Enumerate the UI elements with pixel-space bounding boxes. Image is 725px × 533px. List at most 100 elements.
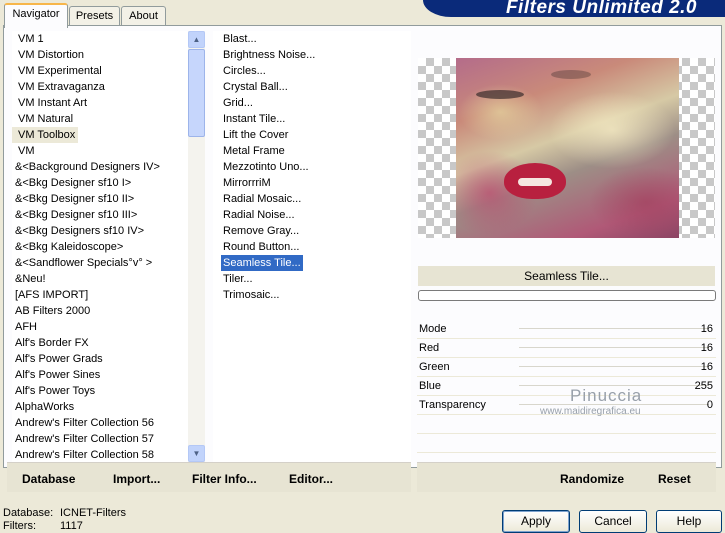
category-item[interactable]: &<Bkg Designer sf10 III>: [12, 207, 188, 223]
category-item[interactable]: VM Extravaganza: [12, 79, 188, 95]
filter-item[interactable]: Round Button...: [213, 239, 411, 255]
category-item[interactable]: VM Experimental: [12, 63, 188, 79]
reset-button[interactable]: Reset: [658, 472, 691, 486]
category-item[interactable]: &<Bkg Kaleidoscope>: [12, 239, 188, 255]
status-filters-value: 1117: [60, 520, 83, 532]
category-item[interactable]: Andrew's Filter Collection 56: [12, 415, 188, 431]
list-toolbar: Database Import... Filter Info... Editor…: [7, 462, 411, 492]
progress-bar: [418, 290, 716, 301]
scroll-down-icon[interactable]: ▼: [188, 445, 205, 462]
filter-item[interactable]: Radial Noise...: [213, 207, 411, 223]
param-value: 16: [700, 361, 713, 373]
filter-item[interactable]: Seamless Tile...: [221, 255, 303, 271]
cancel-button[interactable]: Cancel: [579, 510, 647, 533]
parameter-list: Mode 16 Red 16 Green 16 Blue 255 Transparency 0: [417, 320, 716, 472]
filter-item[interactable]: MirrorrriM: [213, 175, 411, 191]
category-item[interactable]: Alf's Power Toys: [12, 383, 188, 399]
status-filters-label: Filters:: [3, 520, 36, 532]
category-item[interactable]: AFH: [12, 319, 188, 335]
category-item[interactable]: AlphaWorks: [12, 399, 188, 415]
selected-filter-name: Seamless Tile...: [418, 266, 715, 286]
filter-item[interactable]: Circles...: [213, 63, 411, 79]
param-row-empty: [417, 415, 716, 434]
category-item[interactable]: &Neu!: [12, 271, 188, 287]
filter-item[interactable]: Blast...: [213, 31, 411, 47]
filter-item[interactable]: Brightness Noise...: [213, 47, 411, 63]
category-item[interactable]: Andrew's Filter Collection 58: [12, 447, 188, 462]
param-value: 255: [694, 380, 713, 392]
editor-button[interactable]: Editor...: [289, 472, 333, 486]
param-label: Blue: [419, 380, 442, 392]
tab-navigator[interactable]: Navigator: [4, 3, 68, 28]
app-banner: Filters Unlimited 2.0: [423, 0, 725, 17]
category-item[interactable]: Alf's Power Grads: [12, 351, 188, 367]
scroll-thumb[interactable]: [188, 49, 205, 137]
param-value: 0: [706, 399, 713, 411]
category-item[interactable]: Alf's Power Sines: [12, 367, 188, 383]
category-item[interactable]: &<Bkg Designer sf10 II>: [12, 191, 188, 207]
filter-item[interactable]: Metal Frame: [213, 143, 411, 159]
status-database: Database: ICNET-Filters: [3, 507, 126, 519]
param-slider[interactable]: [519, 328, 709, 329]
param-value: 16: [700, 342, 713, 354]
preview-eye-left: [476, 90, 524, 99]
category-item[interactable]: VM: [12, 143, 188, 159]
status-database-value: ICNET-Filters: [60, 507, 126, 519]
filter-item[interactable]: Crystal Ball...: [213, 79, 411, 95]
param-row[interactable]: Green 16: [417, 358, 716, 377]
filter-item[interactable]: Remove Gray...: [213, 223, 411, 239]
tab-presets[interactable]: Presets: [69, 6, 120, 26]
category-item[interactable]: &<Bkg Designers sf10 IV>: [12, 223, 188, 239]
category-item[interactable]: Andrew's Filter Collection 57: [12, 431, 188, 447]
filter-list[interactable]: Blast... Brightness Noise... Circles... Cry…: [213, 31, 411, 462]
category-item[interactable]: VM Distortion: [12, 47, 188, 63]
category-item[interactable]: Alf's Border FX: [12, 335, 188, 351]
preview-toolbar: Randomize Reset: [417, 462, 716, 492]
category-item[interactable]: &<Bkg Designer sf10 I>: [12, 175, 188, 191]
tab-about[interactable]: About: [121, 6, 166, 26]
param-label: Transparency: [419, 399, 486, 411]
preview-image: [456, 58, 679, 238]
category-item[interactable]: &<Sandflower Specials°v° >: [12, 255, 188, 271]
param-slider[interactable]: [519, 366, 709, 367]
database-button[interactable]: Database: [22, 472, 75, 486]
help-button[interactable]: Help: [656, 510, 722, 533]
preview-lips: [504, 163, 566, 199]
param-label: Mode: [419, 323, 447, 335]
app-title: Filters Unlimited 2.0: [505, 0, 697, 17]
randomize-button[interactable]: Randomize: [560, 472, 624, 486]
filter-item[interactable]: Instant Tile...: [213, 111, 411, 127]
scroll-up-icon[interactable]: ▲: [188, 31, 205, 48]
watermark-url: www.maidiregrafica.eu: [540, 406, 641, 417]
param-row-empty: [417, 434, 716, 453]
category-item[interactable]: VM 1: [12, 31, 188, 47]
filter-info-button[interactable]: Filter Info...: [192, 472, 257, 486]
category-item[interactable]: &<Background Designers IV>: [12, 159, 188, 175]
status-database-label: Database:: [3, 507, 54, 519]
filter-item[interactable]: Grid...: [213, 95, 411, 111]
param-row[interactable]: Mode 16: [417, 320, 716, 339]
import-button[interactable]: Import...: [113, 472, 160, 486]
category-item[interactable]: [AFS IMPORT]: [12, 287, 188, 303]
filter-item[interactable]: Trimosaic...: [213, 287, 411, 303]
filter-item[interactable]: Radial Mosaic...: [213, 191, 411, 207]
filter-item[interactable]: Lift the Cover: [213, 127, 411, 143]
category-item[interactable]: VM Toolbox: [12, 127, 79, 143]
preview-teeth: [518, 178, 552, 186]
filter-item[interactable]: Mezzotinto Uno...: [213, 159, 411, 175]
category-scrollbar[interactable]: ▲ ▼: [188, 31, 205, 462]
param-value: 16: [700, 323, 713, 335]
param-row[interactable]: Red 16: [417, 339, 716, 358]
preview-eye-right: [551, 70, 591, 79]
category-item[interactable]: VM Natural: [12, 111, 188, 127]
filter-item[interactable]: Tiler...: [213, 271, 411, 287]
watermark-name: Pinuccia: [570, 386, 643, 405]
category-list[interactable]: VM 1 VM Distortion VM Experimental VM Extra…: [12, 31, 188, 462]
apply-button[interactable]: Apply: [502, 510, 570, 533]
param-slider[interactable]: [519, 347, 709, 348]
status-filters: Filters: 1117: [3, 520, 83, 532]
param-label: Red: [419, 342, 440, 354]
category-item[interactable]: AB Filters 2000: [12, 303, 188, 319]
param-row[interactable]: Blue 255: [417, 377, 716, 396]
category-item[interactable]: VM Instant Art: [12, 95, 188, 111]
